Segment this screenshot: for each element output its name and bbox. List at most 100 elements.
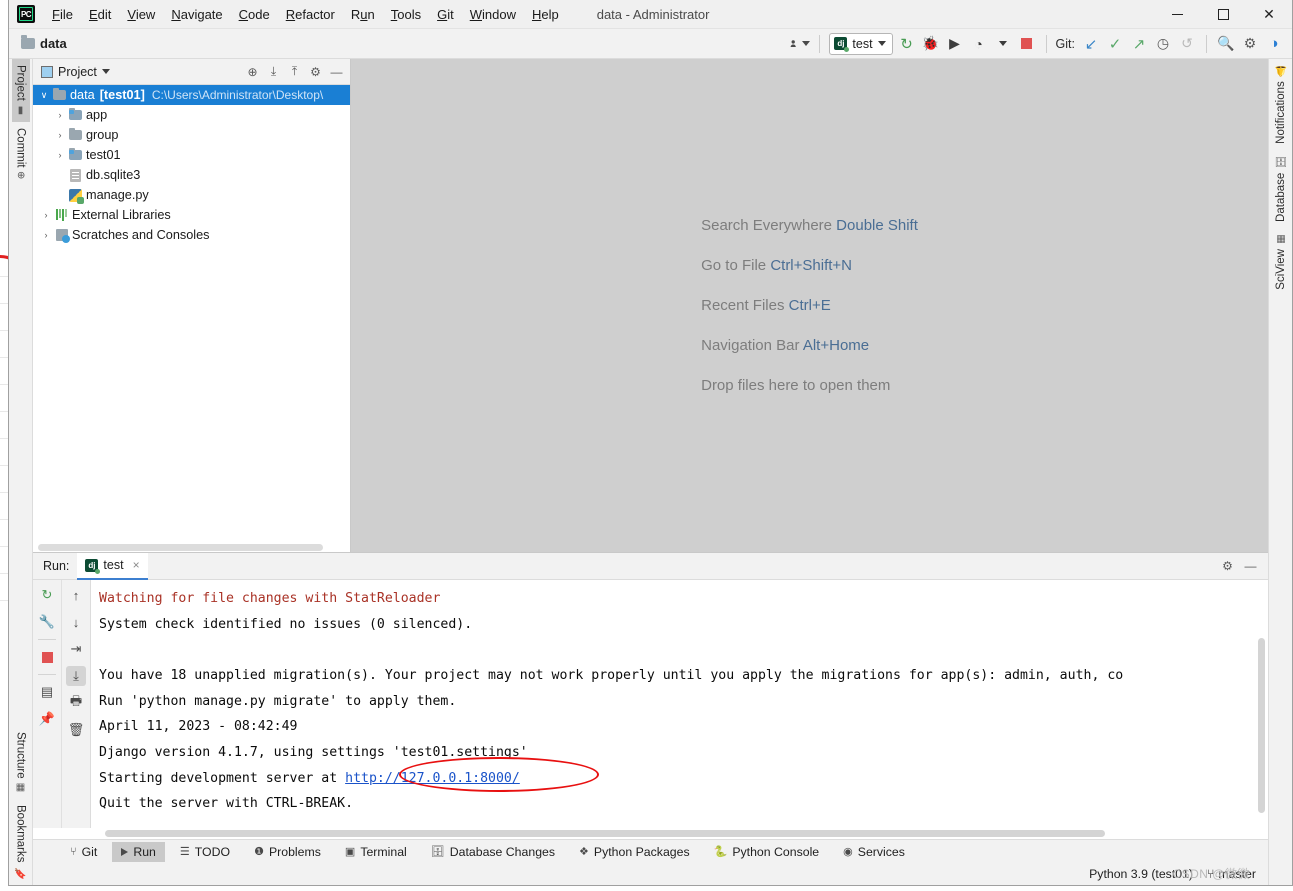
chevron-down-icon[interactable]: [101, 69, 110, 74]
ide-assistant-icon[interactable]: ◑: [1264, 34, 1284, 54]
menu-item-help[interactable]: Help: [524, 3, 567, 26]
debug-icon[interactable]: 🐞: [921, 34, 941, 54]
minimize-button[interactable]: [1154, 0, 1200, 29]
search-icon[interactable]: 🔍: [1216, 34, 1236, 54]
chevron-down-icon[interactable]: ∨: [37, 90, 51, 101]
maximize-button[interactable]: [1200, 0, 1246, 29]
sidebar-item-notifications[interactable]: Notifications 🔔: [1272, 59, 1290, 150]
sidebar-item-structure[interactable]: Structure ▦: [12, 726, 30, 800]
tree-item-group[interactable]: › group: [33, 125, 350, 145]
menu-item-file[interactable]: FFileile: [44, 3, 81, 26]
menu-item-navigate[interactable]: Navigate: [163, 3, 230, 26]
push-icon[interactable]: ↗: [1129, 34, 1149, 54]
git-branch-icon: ⑂: [1207, 867, 1215, 882]
settings-icon[interactable]: ⚙: [1218, 557, 1237, 576]
rollback-icon[interactable]: ↺: [1177, 34, 1197, 54]
sidebar-item-project[interactable]: Project ▮: [11, 59, 30, 122]
run-tab-test[interactable]: dj test ×: [77, 552, 148, 580]
rerun-icon[interactable]: ↻: [897, 34, 917, 54]
hide-icon[interactable]: —: [1241, 557, 1260, 576]
configure-icon[interactable]: 🔧: [37, 612, 57, 632]
bottom-item-services[interactable]: ◉ Services: [834, 842, 914, 862]
chevron-right-icon[interactable]: ›: [39, 230, 53, 240]
history-icon[interactable]: ◷: [1153, 34, 1173, 54]
tree-item-app[interactable]: › app: [33, 105, 350, 125]
chevron-down-icon: [877, 41, 886, 46]
scroll-to-end-icon[interactable]: ⤓: [66, 666, 86, 687]
bottom-item-run[interactable]: Run: [112, 841, 165, 862]
chevron-right-icon[interactable]: ›: [39, 210, 53, 220]
update-project-icon[interactable]: ↙: [1081, 34, 1101, 54]
chevron-right-icon[interactable]: ›: [53, 130, 67, 140]
console-output[interactable]: Watching for file changes with StatReloa…: [91, 580, 1268, 829]
soft-wrap-icon[interactable]: ⇥: [66, 639, 86, 659]
hide-icon[interactable]: —: [327, 62, 346, 81]
user-select-icon[interactable]: [790, 34, 811, 54]
menu-item-run[interactable]: Run: [343, 3, 383, 26]
profile-icon[interactable]: ◔: [969, 34, 989, 54]
console-horizontal-scrollbar[interactable]: [33, 828, 1268, 840]
commit-icon[interactable]: ✓: [1105, 34, 1125, 54]
menu-bar: FFileile Edit View Navigate Code Refacto…: [44, 3, 567, 26]
menu-item-git[interactable]: Git: [429, 3, 462, 26]
bottom-item-terminal[interactable]: ▣ Terminal: [336, 842, 416, 862]
settings-icon[interactable]: ⚙: [306, 62, 325, 81]
pin-icon[interactable]: 📌: [37, 709, 57, 729]
folder-icon: [21, 35, 35, 49]
branch-status[interactable]: ⑂ master: [1207, 867, 1256, 881]
console-vertical-scrollbar[interactable]: [1258, 638, 1265, 814]
expand-all-icon[interactable]: ⤓: [264, 62, 283, 81]
bottom-item-database-changes[interactable]: 🗄 Database Changes: [422, 842, 564, 862]
bottom-item-python-console[interactable]: 🐍 Python Console: [705, 842, 829, 862]
bottom-item-git[interactable]: ⑂ Git: [61, 842, 106, 862]
close-button[interactable]: ✕: [1246, 0, 1292, 29]
chevron-right-icon[interactable]: ›: [53, 110, 67, 120]
tree-item-scratches-and-consoles[interactable]: › Scratches and Consoles: [33, 225, 350, 245]
rerun-icon[interactable]: ↻: [37, 585, 57, 605]
close-icon[interactable]: ×: [133, 558, 140, 572]
stop-icon[interactable]: [37, 647, 57, 667]
bottom-item-python-packages[interactable]: ❖ Python Packages: [570, 842, 699, 862]
print-icon[interactable]: 🖶: [66, 693, 86, 713]
tree-item-data[interactable]: ∨ data [test01] C:\Users\Administrator\D…: [33, 85, 350, 105]
tree-item-test01[interactable]: › test01: [33, 145, 350, 165]
settings-icon[interactable]: ⚙: [1240, 34, 1260, 54]
sidebar-item-commit[interactable]: Commit ⊕: [12, 122, 30, 186]
bottom-item-problems[interactable]: ❶ Problems: [245, 842, 330, 862]
sidebar-item-label: Commit: [14, 127, 27, 168]
tree-item-manage-py[interactable]: manage.py: [33, 185, 350, 205]
menu-item-tools[interactable]: Tools: [383, 3, 429, 26]
stop-icon[interactable]: [1017, 34, 1037, 54]
menu-item-view[interactable]: View: [119, 3, 163, 26]
up-icon[interactable]: ↑: [66, 585, 86, 605]
chevron-right-icon[interactable]: ›: [53, 150, 67, 160]
sidebar-item-sciview[interactable]: SciView ▦: [1272, 228, 1290, 296]
menu-item-code[interactable]: Code: [231, 3, 278, 26]
chevron-down-icon[interactable]: [993, 34, 1013, 54]
clear-all-icon[interactable]: 🗑: [66, 720, 86, 740]
console-line: System check identified no issues (0 sil…: [99, 617, 473, 633]
locate-icon[interactable]: ⊕: [243, 62, 262, 81]
menu-item-window[interactable]: Window: [462, 3, 524, 26]
bottom-item-label: Problems: [268, 844, 321, 859]
collapse-all-icon[interactable]: ⤒: [285, 62, 304, 81]
menu-item-refactor[interactable]: Refactor: [278, 3, 343, 26]
bottom-item-label: Python Console: [732, 844, 820, 859]
console-line-server-url: Starting development server at http://12…: [99, 766, 1268, 792]
bottom-item-todo[interactable]: ☰ TODO: [171, 842, 239, 862]
sidebar-item-database[interactable]: Database 🗄: [1272, 150, 1290, 228]
menu-item-edit[interactable]: Edit: [81, 3, 119, 26]
down-icon[interactable]: ↓: [66, 612, 86, 632]
server-url-link[interactable]: http://127.0.0.1:8000/: [345, 771, 520, 786]
breadcrumb[interactable]: data: [21, 35, 67, 51]
interpreter-status[interactable]: Python 3.9 (test01): [1089, 867, 1193, 881]
run-tab-label: test: [103, 558, 124, 573]
tree-item-db-sqlite3[interactable]: db.sqlite3: [33, 165, 350, 185]
todo-icon: ☰: [179, 846, 190, 859]
run-with-coverage-icon[interactable]: ▶: [945, 34, 965, 54]
sidebar-item-bookmarks[interactable]: Bookmarks 🔖: [12, 799, 30, 885]
layout-icon[interactable]: ▤: [37, 682, 57, 702]
run-configuration-selector[interactable]: dj test: [829, 32, 893, 55]
tree-item-external-libraries[interactable]: › External Libraries: [33, 205, 350, 225]
project-tree-horizontal-scrollbar[interactable]: [33, 540, 350, 553]
